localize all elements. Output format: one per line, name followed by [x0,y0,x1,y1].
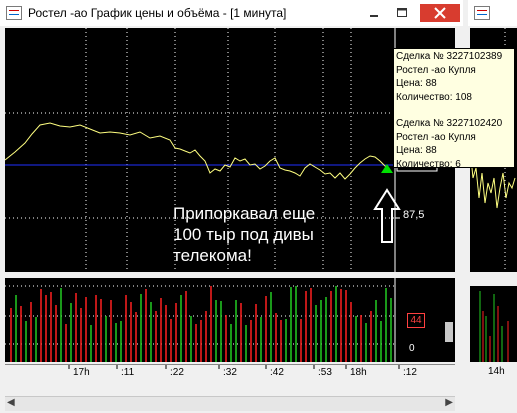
maximize-button[interactable] [390,4,414,22]
volume-bars [5,278,453,362]
window-title: Ростел -ао График цены и объёма - [1 мин… [28,6,287,20]
time-axis: 17h :11 :22 :32 :42 :53 18h :12 [5,364,455,381]
annotation-line-1: Припоркавал еще [173,204,316,223]
volume-zero-label: 0 [409,343,415,354]
volume-chart[interactable] [5,278,455,362]
deal1-qty: Количество: 108 [396,91,472,103]
close-icon [434,7,446,19]
chart-app-icon [6,6,22,20]
annotation-text: Припоркавал еще 100 тыр под дивы телеком… [173,203,315,266]
close-button[interactable] [420,4,460,22]
scroll-left-icon[interactable]: ◀ [7,397,15,408]
deal1-price: Цена: 88 [396,78,437,89]
deal2-id: Сделка № 3227102420 [396,118,503,129]
minimize-button[interactable] [362,4,386,22]
annotation-line-2: 100 тыр под дивы [173,225,314,244]
deal1-instrument: Ростел -ао Купля [396,64,476,76]
scroll-right-icon[interactable]: ▶ [445,397,453,408]
side-app-icon [474,6,490,20]
side-title-bar[interactable] [468,0,517,26]
deal2-qty: Количество: 6 [396,158,461,168]
deal2-price: Цена: 88 [396,145,437,156]
volume-value-badge: 44 [407,313,425,328]
volume-scroll-handle[interactable] [445,322,453,342]
maximize-icon [397,8,407,17]
title-bar[interactable]: Ростел -ао График цены и объёма - [1 мин… [0,0,463,26]
price-line [5,122,389,180]
annotation-line-3: телекома! [173,246,252,265]
minimize-icon [370,15,378,17]
horizontal-scrollbar[interactable]: ◀ ▶ [5,396,455,411]
price-axis-label: 87,5 [403,209,425,221]
side-volume-chart[interactable] [470,286,517,362]
deal-tooltip: Сделка № 3227102389 Ростел -ао Купля Цен… [393,48,515,168]
deal1-id: Сделка № 3227102389 [396,51,503,62]
side-time-tick: 14h [488,366,505,377]
deal2-instrument: Ростел -ао Купля [396,131,476,143]
